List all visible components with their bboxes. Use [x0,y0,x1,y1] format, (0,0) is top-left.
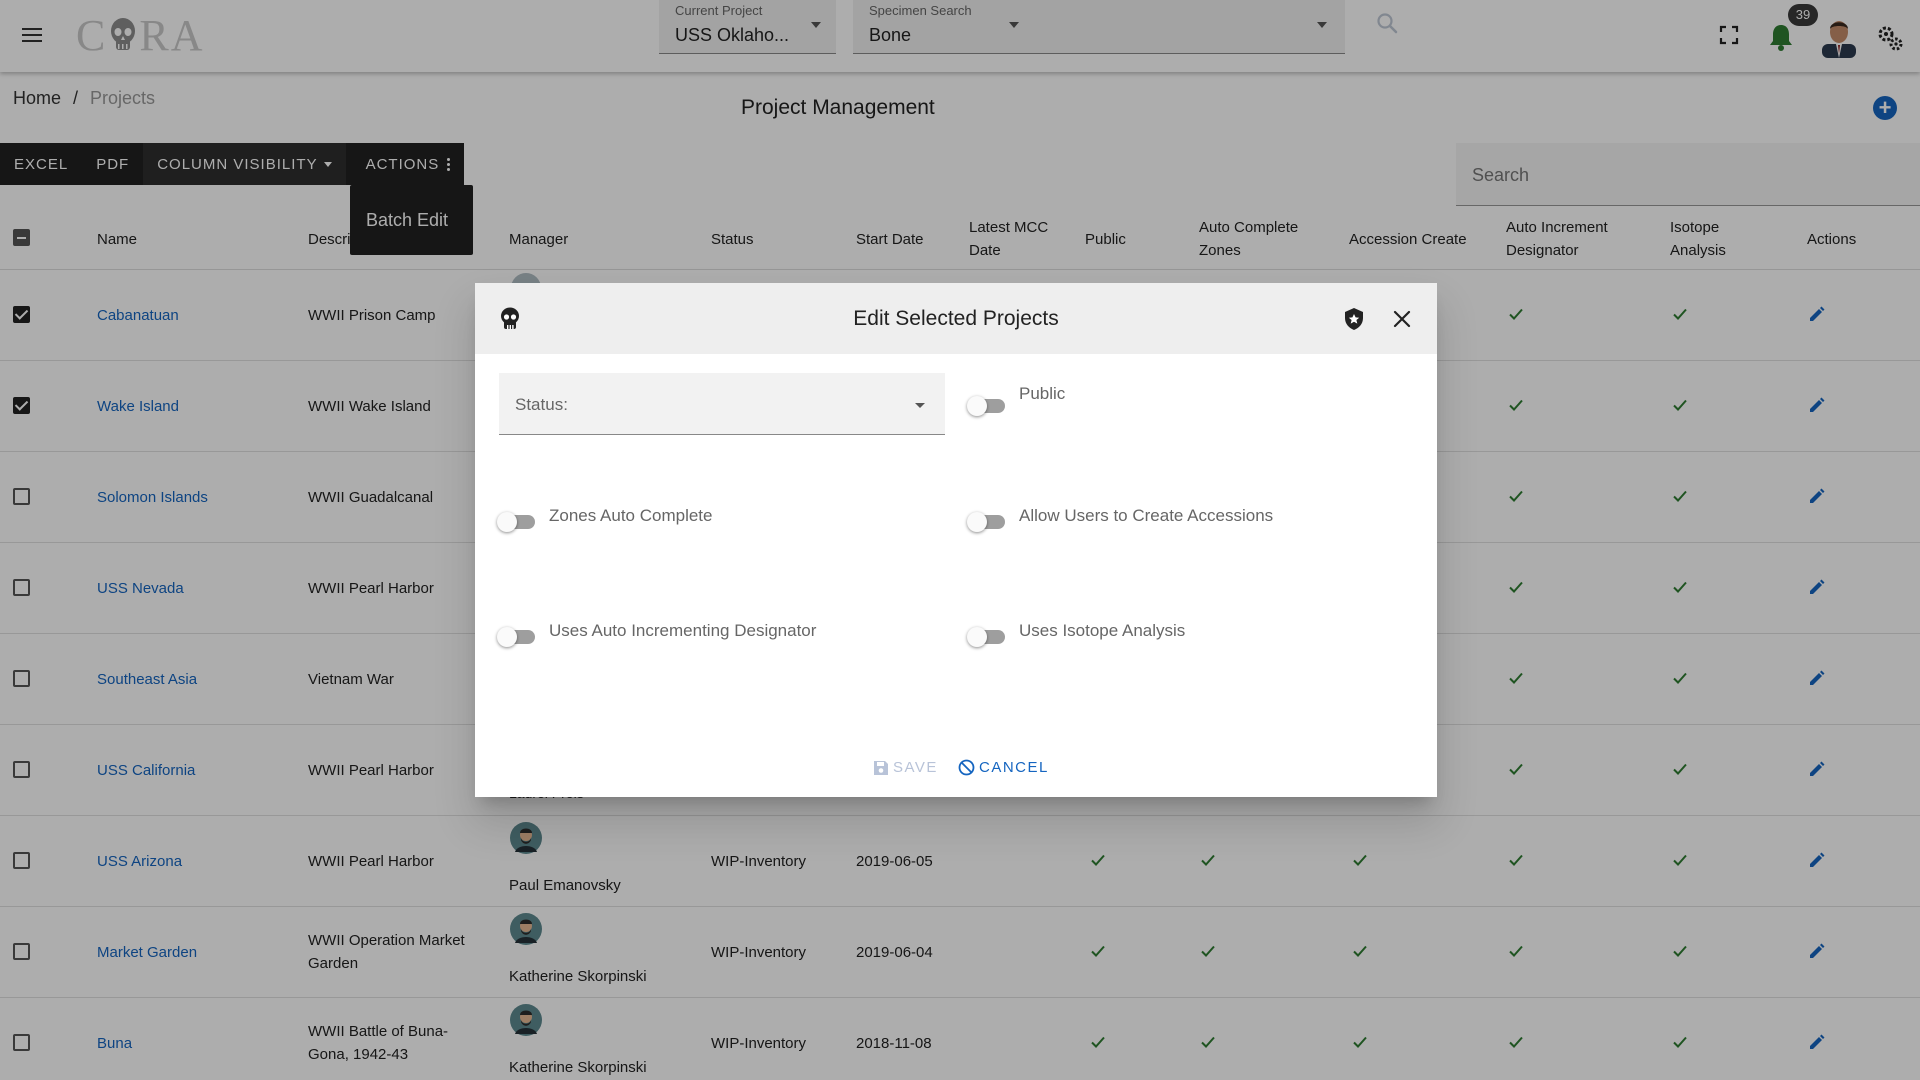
save-label: SAVE [893,759,938,776]
zones-auto-complete-label: Zones Auto Complete [549,506,713,525]
save-icon [874,760,888,775]
shield-star-icon[interactable] [1343,307,1365,331]
toggle-track [967,627,1005,647]
chevron-down-icon [915,403,925,408]
edit-selected-projects-dialog: Edit Selected Projects Status: Public Zo… [475,283,1437,797]
zones-auto-complete-toggle[interactable]: Zones Auto Complete [497,505,713,532]
public-toggle-label: Public [1019,384,1066,403]
allow-create-accessions-toggle[interactable]: Allow Users to Create Accessions [967,505,1274,532]
toggle-thumb [967,396,987,416]
save-button[interactable]: SAVE [873,759,938,776]
dialog-actions: SAVE CANCEL [475,759,1437,781]
allow-create-accessions-label: Allow Users to Create Accessions [1019,506,1274,525]
dialog-title: Edit Selected Projects [853,307,1059,330]
cancel-button[interactable]: CANCEL [958,759,1049,776]
isotope-analysis-label: Uses Isotope Analysis [1019,621,1186,640]
toggle-thumb [497,512,517,532]
toggle-track [967,512,1005,532]
cancel-label: CANCEL [979,759,1049,776]
toggle-track [497,512,535,532]
toggle-thumb [967,512,987,532]
status-select-label: Status: [515,395,568,414]
public-toggle[interactable]: Public [967,384,1065,416]
status-select[interactable]: Status: [499,373,945,435]
auto-incrementing-designator-label: Uses Auto Incrementing Designator [549,621,817,640]
toggle-thumb [497,627,517,647]
isotope-analysis-toggle[interactable]: Uses Isotope Analysis [967,620,1186,647]
toggle-track [497,627,535,647]
dialog-header: Edit Selected Projects [475,283,1437,354]
close-icon[interactable] [1392,309,1412,329]
toggle-thumb [967,627,987,647]
auto-incrementing-designator-toggle[interactable]: Uses Auto Incrementing Designator [497,620,817,647]
toggle-track [967,396,1005,416]
cancel-icon [958,759,975,776]
